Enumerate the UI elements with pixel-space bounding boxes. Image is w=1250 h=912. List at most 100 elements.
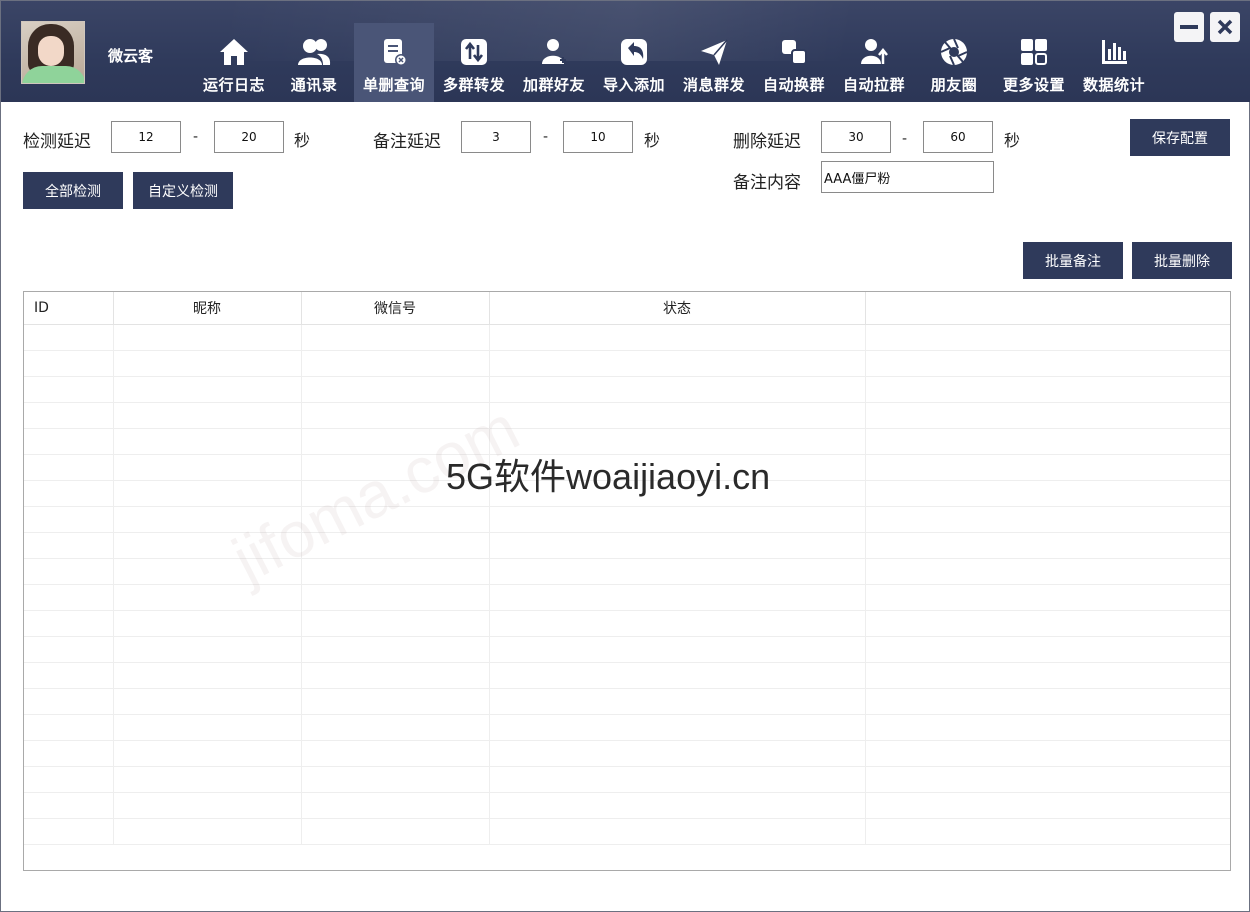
table-cell — [113, 402, 302, 429]
table-cell — [24, 818, 114, 845]
column-header-nickname[interactable]: 昵称 — [113, 292, 302, 325]
table-row[interactable] — [24, 584, 1230, 611]
table-row[interactable] — [24, 740, 1230, 767]
nav-item-auto-pull-group[interactable]: 自动拉群 — [834, 23, 914, 102]
table-cell — [865, 324, 1230, 351]
table-row[interactable] — [24, 532, 1230, 559]
table-cell — [24, 402, 114, 429]
column-header-wechat-id[interactable]: 微信号 — [301, 292, 490, 325]
table-row[interactable] — [24, 792, 1230, 819]
detect-delay-min-input[interactable] — [111, 121, 181, 153]
table-cell — [865, 740, 1230, 767]
nav-item-data-stats[interactable]: 数据统计 — [1074, 23, 1154, 102]
nav-label: 加群好友 — [522, 76, 585, 94]
table-cell — [301, 740, 490, 767]
table-row[interactable] — [24, 636, 1230, 663]
detect-all-button[interactable]: 全部检测 — [23, 172, 123, 209]
table-cell — [113, 740, 302, 767]
table-cell — [865, 454, 1230, 481]
table-cell — [489, 324, 866, 351]
table-cell — [865, 558, 1230, 585]
nav-item-more-settings[interactable]: 更多设置 — [994, 23, 1074, 102]
remark-content-input[interactable] — [821, 161, 994, 193]
table-cell — [113, 584, 302, 611]
table-cell — [24, 324, 114, 351]
table-row[interactable] — [24, 558, 1230, 585]
table-cell — [301, 558, 490, 585]
table-cell — [24, 636, 114, 663]
nav-item-delete-query[interactable]: 单删查询 — [354, 23, 434, 102]
table-row[interactable] — [24, 818, 1230, 845]
minimize-button[interactable] — [1174, 12, 1204, 42]
save-config-button[interactable]: 保存配置 — [1130, 119, 1230, 156]
table-cell — [865, 532, 1230, 559]
table-body — [24, 324, 1230, 845]
nav-item-run-log[interactable]: 运行日志 — [194, 23, 274, 102]
table-cell — [489, 766, 866, 793]
nav-label: 通讯录 — [290, 76, 338, 94]
table-cell — [489, 714, 866, 741]
table-cell — [301, 636, 490, 663]
table-row[interactable] — [24, 324, 1230, 351]
send-icon — [674, 37, 754, 67]
table-cell — [301, 532, 490, 559]
table-row[interactable] — [24, 506, 1230, 533]
nav-label: 数据统计 — [1082, 76, 1145, 94]
detect-delay-label: 检测延迟 — [23, 132, 91, 152]
batch-remark-button[interactable]: 批量备注 — [1023, 242, 1123, 279]
column-header-status[interactable]: 状态 — [489, 292, 866, 325]
top-toolbar: 微云客 运行日志 通讯录 单删查询 多群转发 加群好友 导入添加 消息群发 自动… — [1, 1, 1250, 102]
table-row[interactable] — [24, 402, 1230, 429]
delete-delay-max-input[interactable] — [923, 121, 993, 153]
table-cell — [301, 324, 490, 351]
nav-label: 导入添加 — [602, 76, 665, 94]
import-icon — [594, 37, 674, 67]
batch-delete-button[interactable]: 批量删除 — [1132, 242, 1232, 279]
nav-item-mass-message[interactable]: 消息群发 — [674, 23, 754, 102]
nav-item-auto-switch-group[interactable]: 自动换群 — [754, 23, 834, 102]
table-cell — [489, 662, 866, 689]
table-row[interactable] — [24, 688, 1230, 715]
table-row[interactable] — [24, 376, 1230, 403]
table-row[interactable] — [24, 766, 1230, 793]
table-cell — [865, 818, 1230, 845]
table-cell — [113, 610, 302, 637]
column-header-id[interactable]: ID — [24, 292, 114, 325]
switch-group-icon — [754, 37, 834, 67]
seconds-unit: 秒 — [644, 131, 661, 150]
grid-settings-icon — [994, 37, 1074, 67]
table-row[interactable] — [24, 714, 1230, 741]
table-row[interactable] — [24, 350, 1230, 377]
nav-label: 多群转发 — [442, 76, 505, 94]
table-cell — [489, 532, 866, 559]
table-header-row: ID 昵称 微信号 状态 — [24, 292, 1230, 325]
nav-item-moments[interactable]: 朋友圈 — [914, 23, 994, 102]
nav-item-multi-forward[interactable]: 多群转发 — [434, 23, 514, 102]
custom-detect-button[interactable]: 自定义检测 — [133, 172, 233, 209]
avatar[interactable] — [21, 21, 85, 84]
table-cell — [301, 610, 490, 637]
table-cell — [865, 688, 1230, 715]
table-cell — [489, 402, 866, 429]
friends-table[interactable]: ID 昵称 微信号 状态 — [23, 291, 1231, 871]
table-cell — [489, 636, 866, 663]
delete-delay-min-input[interactable] — [821, 121, 891, 153]
table-cell — [301, 350, 490, 377]
table-cell — [113, 376, 302, 403]
nav-item-add-group-friends[interactable]: 加群好友 — [514, 23, 594, 102]
remark-delay-max-input[interactable] — [563, 121, 633, 153]
nav-item-import-add[interactable]: 导入添加 — [594, 23, 674, 102]
table-row[interactable] — [24, 662, 1230, 689]
nav-item-contacts[interactable]: 通讯录 — [274, 23, 354, 102]
watermark-text: 5G软件woaijiaoyi.cn — [446, 456, 771, 497]
table-row[interactable] — [24, 610, 1230, 637]
table-cell — [24, 558, 114, 585]
remark-delay-min-input[interactable] — [461, 121, 531, 153]
table-cell — [865, 610, 1230, 637]
table-cell — [113, 662, 302, 689]
close-button[interactable] — [1210, 12, 1240, 42]
table-cell — [489, 740, 866, 767]
detect-delay-max-input[interactable] — [214, 121, 284, 153]
table-cell — [24, 532, 114, 559]
table-cell — [865, 480, 1230, 507]
